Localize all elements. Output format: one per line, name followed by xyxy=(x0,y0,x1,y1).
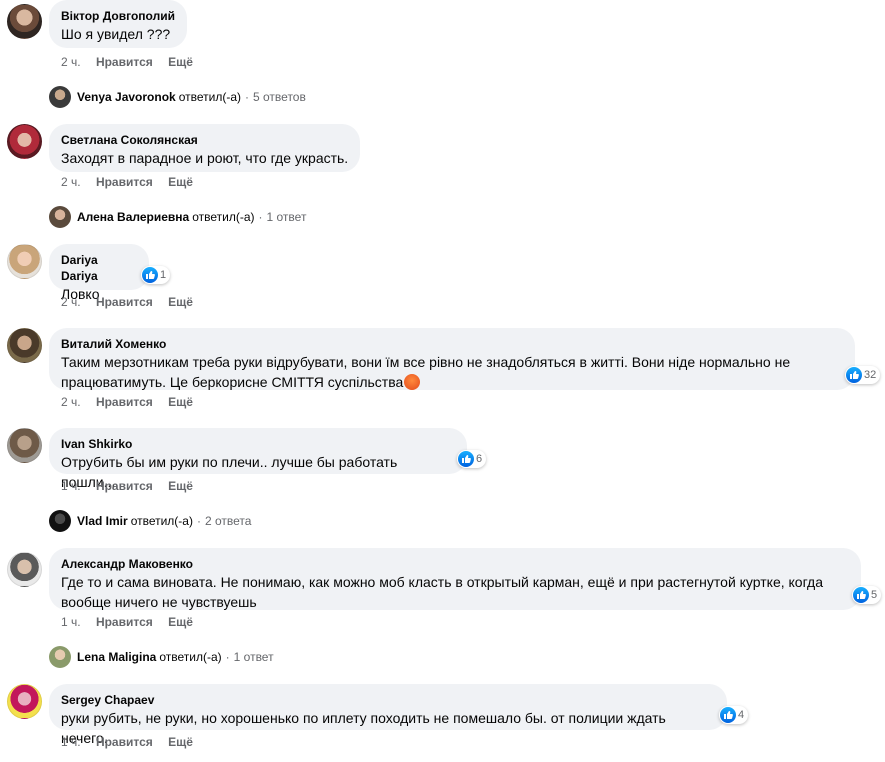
reaction-count[interactable]: 6 xyxy=(457,450,487,468)
reply-count[interactable]: 1 ответ xyxy=(234,650,274,664)
avatar[interactable] xyxy=(7,328,42,363)
comment-bubble: Віктор Довгополий Шо я увидел ??? xyxy=(49,0,187,48)
comment-actions: 2 ч. Нравится Ещё xyxy=(61,54,205,70)
more-button[interactable]: Ещё xyxy=(168,395,193,409)
reaction-number: 5 xyxy=(871,589,878,601)
like-reaction-icon xyxy=(458,451,474,467)
reply-avatar xyxy=(49,206,71,228)
comment-author[interactable]: Sergey Chapaev xyxy=(61,692,715,708)
like-reaction-icon xyxy=(846,367,862,383)
comment-time[interactable]: 1 ч. xyxy=(61,479,81,493)
like-reaction-icon xyxy=(720,707,736,723)
reaction-count[interactable]: 4 xyxy=(719,706,749,724)
avatar[interactable] xyxy=(7,428,42,463)
comment-author[interactable]: Dariya Dariya xyxy=(61,252,137,284)
reaction-count[interactable]: 32 xyxy=(845,366,881,384)
comment-time[interactable]: 2 ч. xyxy=(61,395,81,409)
comment-actions: 1 ч. Нравится Ещё xyxy=(61,734,205,750)
reaction-number: 6 xyxy=(476,453,483,465)
comment-time[interactable]: 2 ч. xyxy=(61,55,81,69)
reply-separator: · xyxy=(258,210,263,224)
replies-summary[interactable]: Lena Maligina ответил(-а) · 1 ответ xyxy=(49,645,274,669)
comment-time[interactable]: 1 ч. xyxy=(61,735,81,749)
more-button[interactable]: Ещё xyxy=(168,615,193,629)
reply-avatar xyxy=(49,86,71,108)
comment-author[interactable]: Виталий Хоменко xyxy=(61,336,843,352)
reply-author[interactable]: Venya Javoronok xyxy=(77,90,176,104)
avatar[interactable] xyxy=(7,552,42,587)
reply-separator: · xyxy=(196,514,201,528)
reply-author[interactable]: Lena Maligina xyxy=(77,650,156,664)
replies-summary[interactable]: Vlad Imir ответил(-а) · 2 ответа xyxy=(49,509,251,533)
comment-text-line: Где то и сама виновата. Не понимаю, как … xyxy=(61,574,824,590)
comment-author[interactable]: Светлана Соколянская xyxy=(61,132,348,148)
comment-bubble: Ivan Shkirko Отрубить бы им руки по плеч… xyxy=(49,428,467,490)
like-reaction-icon xyxy=(853,587,869,603)
reply-avatar xyxy=(49,510,71,532)
more-button[interactable]: Ещё xyxy=(168,175,193,189)
avatar[interactable] xyxy=(7,244,42,279)
comment-bubble: Александр Маковенко Где то и сама винова… xyxy=(49,548,861,610)
reply-avatar xyxy=(49,646,71,668)
comment-actions: 2 ч. Нравится Ещё xyxy=(61,174,205,190)
replies-summary[interactable]: Venya Javoronok ответил(-а) · 5 ответов xyxy=(49,85,306,109)
comment-author[interactable]: Александр Маковенко xyxy=(61,556,849,572)
reply-separator: · xyxy=(245,90,250,104)
reply-count[interactable]: 2 ответа xyxy=(205,514,251,528)
comment-actions: 2 ч. Нравится Ещё xyxy=(61,394,205,410)
reply-verb: ответил(-а) xyxy=(130,514,193,528)
angry-emoji-icon xyxy=(404,374,421,390)
more-button[interactable]: Ещё xyxy=(168,295,193,309)
comment-bubble: Светлана Соколянская Заходят в парадное … xyxy=(49,124,361,172)
comment-author[interactable]: Ivan Shkirko xyxy=(61,436,455,452)
comment-actions: 2 ч. Нравится Ещё xyxy=(61,294,205,310)
reaction-count[interactable]: 1 xyxy=(141,266,171,284)
reply-verb: ответил(-а) xyxy=(178,90,242,104)
more-button[interactable]: Ещё xyxy=(168,735,193,749)
like-button[interactable]: Нравится xyxy=(96,175,153,189)
like-button[interactable]: Нравится xyxy=(96,735,153,749)
reply-author[interactable]: Vlad Imir xyxy=(77,514,128,528)
reply-verb: ответил(-а) xyxy=(192,210,255,224)
comment-bubble: Dariya Dariya Ловко xyxy=(49,244,149,302)
comment-bubble: Виталий Хоменко Таким мерзотникам треба … xyxy=(49,328,855,390)
reply-author[interactable]: Алена Валериевна xyxy=(77,210,189,224)
comment-text-line: вообще ничего не чувствуешь xyxy=(61,594,257,610)
comment-time[interactable]: 2 ч. xyxy=(61,295,81,309)
comment-text-fragment: працюватимуть. Це беркорисне СМІТТЯ сусп… xyxy=(61,374,404,390)
like-button[interactable]: Нравится xyxy=(96,479,153,493)
reaction-number: 1 xyxy=(160,269,167,281)
comment-bubble: Sergey Chapaev руки рубить, не руки, но … xyxy=(49,684,727,746)
reaction-number: 4 xyxy=(738,709,745,721)
replies-summary[interactable]: Алена Валериевна ответил(-а) · 1 ответ xyxy=(49,205,306,229)
comment-text: Заходят в парадное и роют, что где украс… xyxy=(61,150,349,166)
comment-text-line: працюватимуть. Це беркорисне СМІТТЯ сусп… xyxy=(61,372,843,392)
comment-text: Шо я увидел ??? xyxy=(61,26,171,42)
reaction-number: 32 xyxy=(864,369,877,381)
like-button[interactable]: Нравится xyxy=(96,395,153,409)
comment-time[interactable]: 1 ч. xyxy=(61,615,81,629)
comment-actions: 1 ч. Нравится Ещё xyxy=(61,614,205,630)
reply-verb: ответил(-а) xyxy=(159,650,222,664)
comment-text-line: Таким мерзотникам треба руки відрубувати… xyxy=(61,354,791,370)
more-button[interactable]: Ещё xyxy=(168,479,193,493)
like-button[interactable]: Нравится xyxy=(96,55,153,69)
reaction-count[interactable]: 5 xyxy=(852,586,882,604)
comment-actions: 1 ч. Нравится Ещё xyxy=(61,478,205,494)
like-reaction-icon xyxy=(142,267,158,283)
comment-time[interactable]: 2 ч. xyxy=(61,175,81,189)
reply-separator: · xyxy=(225,650,230,664)
reply-count[interactable]: 1 ответ xyxy=(267,210,307,224)
avatar[interactable] xyxy=(7,4,42,39)
like-button[interactable]: Нравится xyxy=(96,615,153,629)
avatar[interactable] xyxy=(7,684,42,719)
avatar[interactable] xyxy=(7,124,42,159)
more-button[interactable]: Ещё xyxy=(168,55,193,69)
reply-count[interactable]: 5 ответов xyxy=(253,90,306,104)
comment-author[interactable]: Віктор Довгополий xyxy=(61,8,175,24)
like-button[interactable]: Нравится xyxy=(96,295,153,309)
